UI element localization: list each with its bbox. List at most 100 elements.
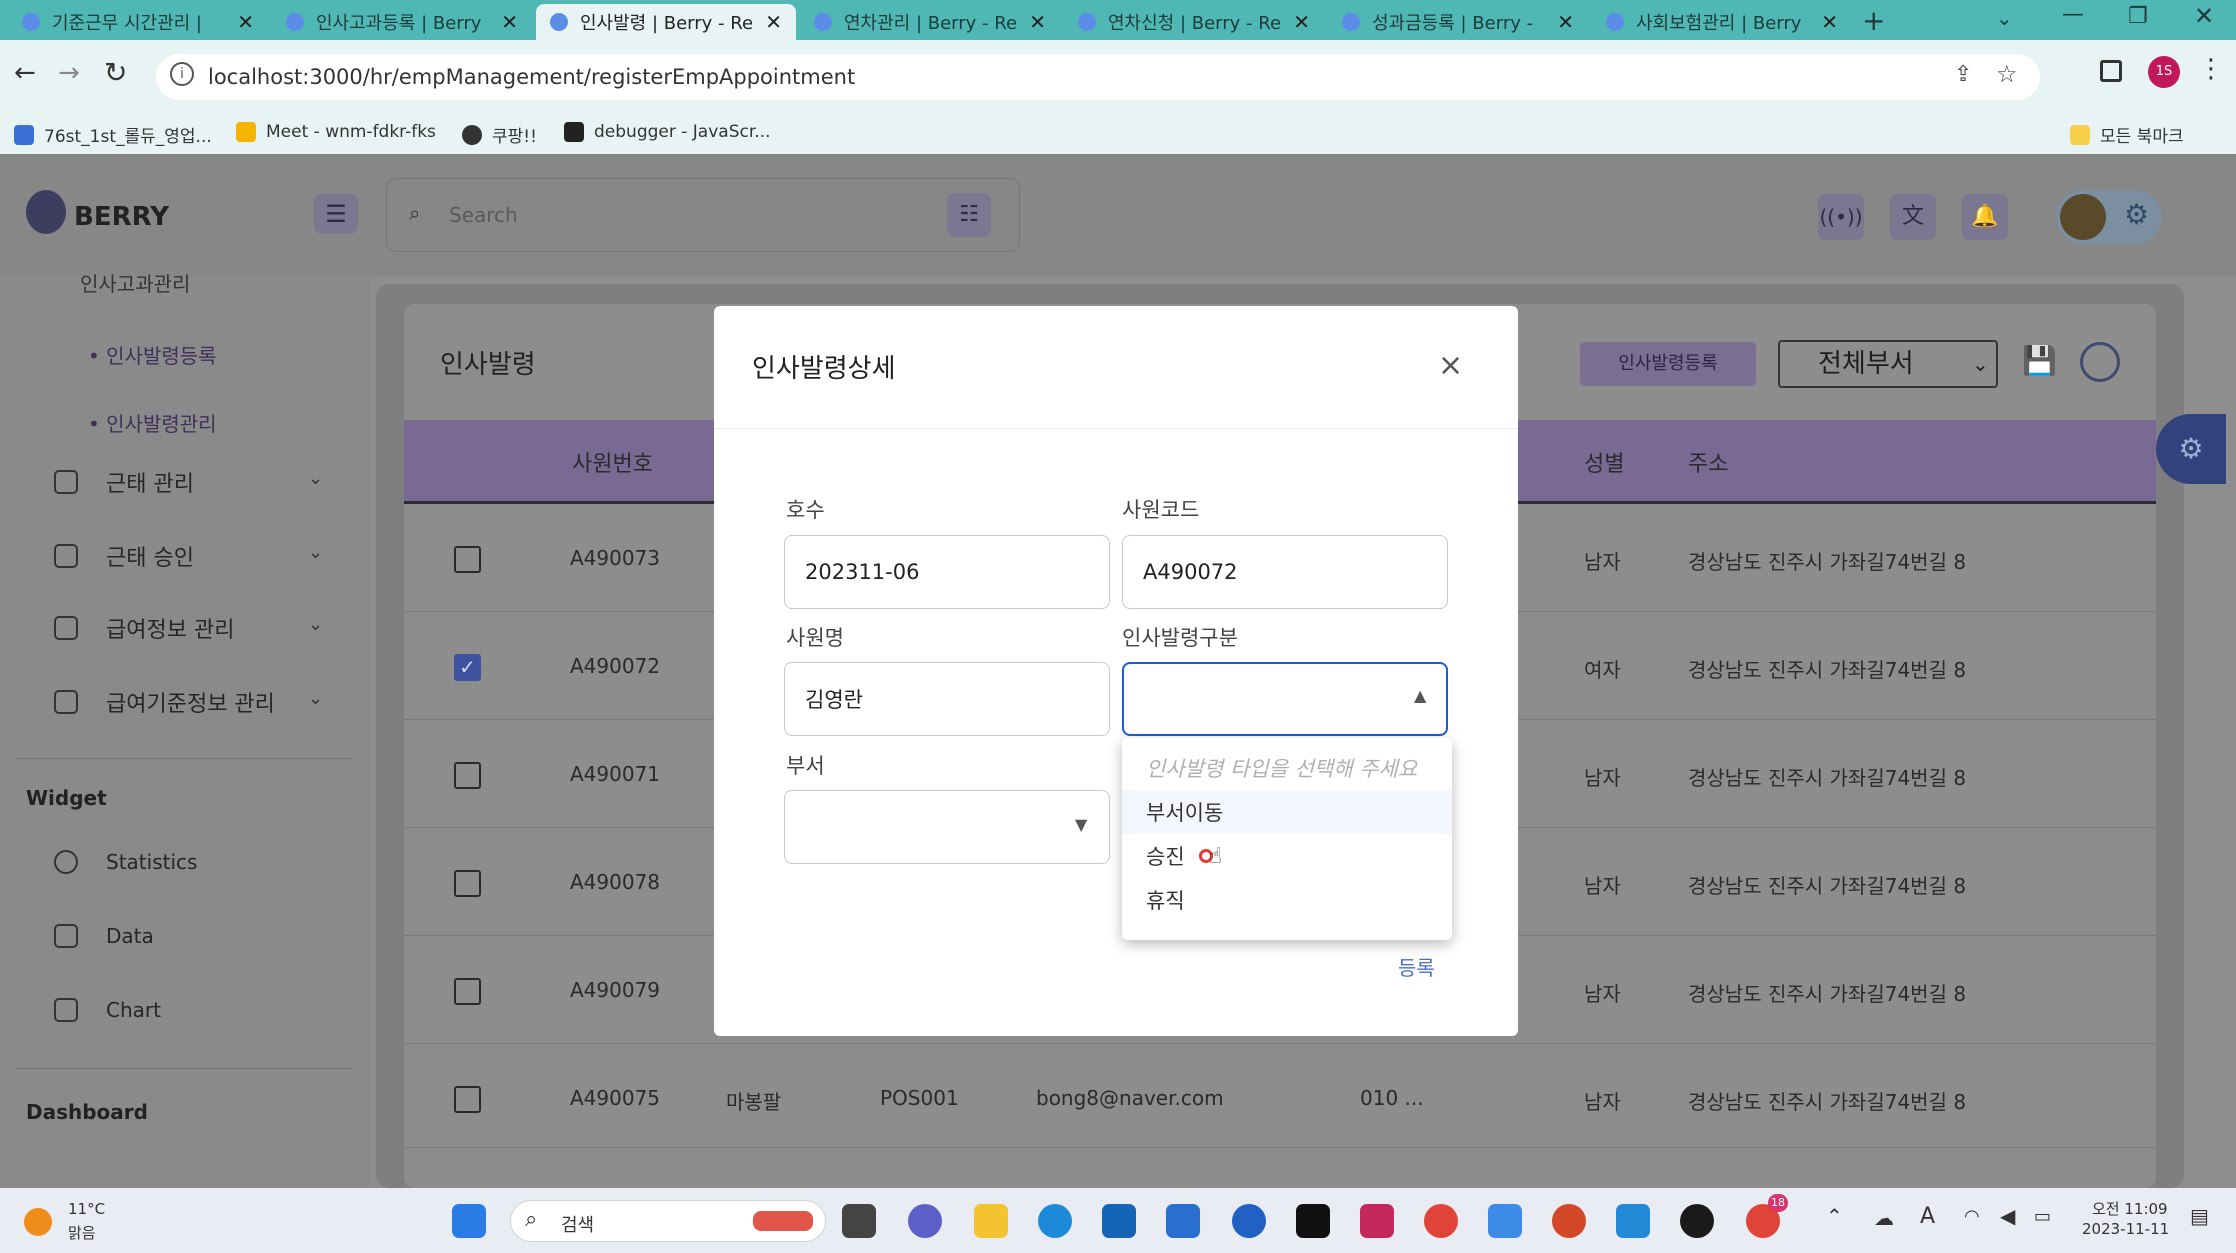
settings-gear-icon[interactable]: ⚙ [2124,198,2149,231]
live-icon[interactable]: ((•)) [1818,194,1864,240]
menu-option[interactable]: 승진 ☝ [1122,834,1452,878]
reload-icon[interactable]: ↻ [104,56,127,89]
browser-tab[interactable]: 기준근무 시간관리 | ✕ [8,4,268,40]
bookmark-star-icon[interactable]: ☆ [1996,60,2018,88]
bookmark-item[interactable]: 76st_1st_롤듀_영업... [14,122,212,147]
sidebar-subitem-manage[interactable]: • 인사발령관리 [88,408,217,437]
close-tab-icon[interactable]: ✕ [1293,10,1310,34]
number-field[interactable]: 202311-06 [784,535,1110,609]
sidebar-item-statistics[interactable]: Statistics [54,850,197,874]
row-checkbox-checked[interactable]: ✓ [454,654,481,681]
row-checkbox[interactable] [454,978,481,1005]
sidebar-group-attendance-approval[interactable]: 근태 승인 [54,540,194,572]
back-icon[interactable]: ← [14,58,36,88]
cloud-icon[interactable]: ☁ [1874,1206,1894,1230]
ime-icon[interactable]: A [1920,1204,1935,1229]
profile-avatar[interactable]: 1S [2148,56,2180,88]
close-window-icon[interactable]: ✕ [2194,2,2214,30]
tab-search-icon[interactable]: ⌄ [1996,6,2013,30]
close-tab-icon[interactable]: ✕ [237,10,254,34]
sidebar-group-salary-standard[interactable]: 급여기준정보 관리 [54,686,275,718]
close-tab-icon[interactable]: ✕ [501,10,518,34]
restore-icon[interactable]: ❐ [2128,4,2148,29]
chevron-up-icon[interactable]: ⌃ [1826,1204,1843,1228]
menu-kebab-icon[interactable]: ⋮ [2198,54,2224,84]
bookmark-item[interactable]: Meet - wnm-fdkr-fks [236,122,436,142]
column-header-address[interactable]: 주소 [1688,446,1728,478]
menu-option[interactable]: 부서이동 [1122,790,1452,834]
browser-tab[interactable]: 연차신청 | Berry - Re ✕ [1064,4,1324,40]
chrome-icon[interactable] [1424,1204,1458,1238]
submit-button[interactable]: 등록 [1398,952,1435,981]
menu-option[interactable]: 휴직 [1122,878,1452,922]
search-input[interactable]: ⌕ Search ☷ [386,178,1020,252]
share-icon[interactable]: ⇪ [1954,62,1972,87]
sidebar-item-data[interactable]: Data [54,924,154,948]
row-checkbox[interactable] [454,762,481,789]
close-tab-icon[interactable]: ✕ [1821,10,1838,34]
sidebar-item-cut[interactable]: 인사고과관리 [80,268,190,297]
close-icon[interactable]: × [1438,348,1463,383]
address-bar[interactable]: i localhost:3000/hr/empManagement/regist… [156,54,2040,100]
taskbar-search[interactable]: ⌕ 검색 [510,1200,826,1242]
customize-settings-icon[interactable]: ⚙ [2156,414,2226,484]
close-tab-icon[interactable]: ✕ [765,10,782,34]
speaker-icon[interactable]: ◀ [2000,1204,2015,1228]
menu-toggle-icon[interactable]: ☰ [314,194,358,234]
sidebar-group-attendance[interactable]: 근태 관리 [54,466,194,498]
column-header-gender[interactable]: 성별 [1584,446,1624,478]
department-select[interactable]: 전체부서 ⌄ [1778,340,1998,388]
appointment-type-select[interactable]: ▲ [1122,662,1448,736]
browser-tab[interactable]: 연차관리 | Berry - Re ✕ [800,4,1060,40]
avatar[interactable] [2060,194,2106,240]
row-checkbox[interactable] [454,1086,481,1113]
forward-icon[interactable]: → [58,58,80,88]
teams-chat-icon[interactable] [908,1204,942,1238]
emp-name-field[interactable]: 김영란 [784,662,1110,736]
notification-bell-icon[interactable]: 🔔 [1962,194,2008,240]
x-app-icon[interactable] [1296,1204,1330,1238]
close-tab-icon[interactable]: ✕ [1557,10,1574,34]
store-icon[interactable] [1166,1204,1200,1238]
filter-icon[interactable]: ☷ [947,193,991,237]
notification-center-icon[interactable]: ▤ [2190,1204,2209,1228]
browser-tab[interactable]: 성과금등록 | Berry - ✕ [1328,4,1588,40]
battery-icon[interactable]: ▭ [2034,1206,2051,1227]
file-explorer-icon[interactable] [974,1204,1008,1238]
refresh-icon[interactable] [2080,342,2120,382]
wifi-icon[interactable]: ◠ [1964,1206,1980,1227]
capture-icon[interactable] [1488,1204,1522,1238]
sidebar-group-salary-info[interactable]: 급여정보 관리 [54,612,234,644]
powerpoint-icon[interactable] [1552,1204,1586,1238]
edge-icon[interactable] [1038,1204,1072,1238]
table-row[interactable]: A490075 마봉팔 POS001 bong8@naver.com 010 .… [404,1044,2156,1148]
browser-tab[interactable]: 사회보험관리 | Berry ✕ [1592,4,1852,40]
sidebar-item-chart[interactable]: Chart [54,998,161,1022]
media-player-icon[interactable] [1680,1204,1714,1238]
bookmark-item[interactable]: debugger - JavaScr... [564,122,770,142]
column-header-emp-no[interactable]: 사원번호 [572,446,653,478]
intellij-icon[interactable] [1360,1204,1394,1238]
site-info-icon[interactable]: i [170,62,194,86]
windows-start-icon[interactable] [452,1204,486,1238]
clock-time[interactable]: 오전 11:09 [2092,1198,2168,1219]
minimize-icon[interactable]: — [2062,2,2084,27]
remote-desktop-icon[interactable] [1102,1204,1136,1238]
register-appointment-button[interactable]: 인사발령등록 [1580,342,1756,386]
browser-tab-active[interactable]: 인사발령 | Berry - Re ✕ [536,4,796,40]
browser-tab[interactable]: 인사고과등록 | Berry ✕ [272,4,532,40]
translate-icon[interactable]: 文 [1890,194,1936,240]
row-checkbox[interactable] [454,546,481,573]
task-view-icon[interactable] [842,1204,876,1238]
new-tab-icon[interactable]: + [1862,4,1885,37]
app-arrow-icon[interactable] [1232,1204,1266,1238]
close-tab-icon[interactable]: ✕ [1029,10,1046,34]
emp-code-field[interactable]: A490072 [1122,535,1448,609]
sidebar-subitem-register[interactable]: • 인사발령등록 [88,340,217,369]
clock-date[interactable]: 2023-11-11 [2082,1220,2169,1238]
row-checkbox[interactable] [454,870,481,897]
bookmark-item[interactable]: 쿠팡!! [462,122,537,147]
dept-select[interactable]: ▼ [784,790,1110,864]
weather-sun-icon[interactable] [24,1208,52,1236]
all-bookmarks[interactable]: 모든 북마크 [2070,122,2184,147]
